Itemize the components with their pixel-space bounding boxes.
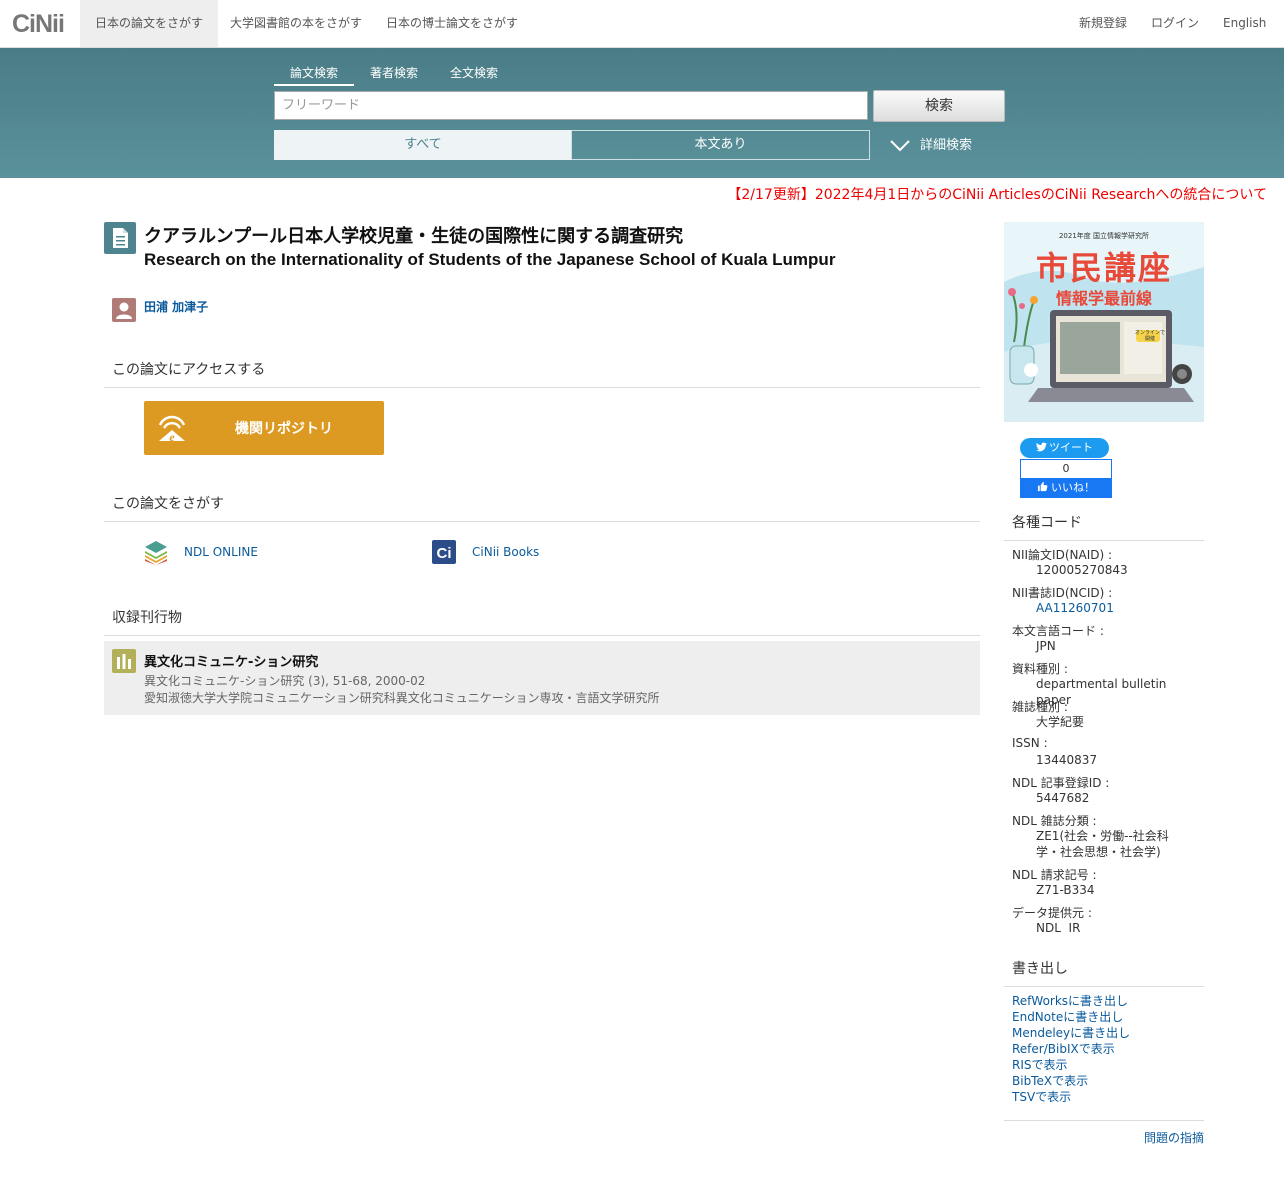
cinii-books-icon: Ci bbox=[432, 540, 456, 564]
code-label-provider: データ提供元 : bbox=[1012, 906, 1092, 920]
export-bibtex-link[interactable]: BibTeXで表示 bbox=[1012, 1072, 1088, 1089]
tab-author-search[interactable]: 著者検索 bbox=[370, 64, 418, 84]
code-value-ndl-class: ZE1(社会・労働--社会科学・社会思想・社会学) bbox=[1036, 829, 1169, 859]
tweet-button[interactable]: ツイート bbox=[1020, 438, 1109, 458]
author-link[interactable]: 田浦 加津子 bbox=[144, 298, 208, 315]
tweet-label: ツイート bbox=[1049, 441, 1093, 454]
english-link[interactable]: English bbox=[1223, 0, 1266, 47]
repository-e-icon: e bbox=[158, 415, 186, 444]
ad-main-text: 市民講座 bbox=[1035, 249, 1172, 287]
filter-all[interactable]: すべて bbox=[274, 130, 572, 160]
cinii-books-link[interactable]: CiNii Books bbox=[472, 545, 539, 559]
person-icon bbox=[112, 298, 136, 322]
code-label-issn: ISSN : bbox=[1012, 736, 1048, 750]
code-label-ndl-class: NDL 雑誌分類 : bbox=[1012, 814, 1097, 828]
ad-badge-text: オンラインで開催 bbox=[1134, 330, 1165, 342]
chevron-down-icon bbox=[890, 139, 910, 151]
code-label-ndl-id: NDL 記事登録ID : bbox=[1012, 776, 1110, 790]
nav-tab-dissertations[interactable]: 日本の博士論文をさがす bbox=[371, 0, 533, 47]
export-ris-link[interactable]: RISで表示 bbox=[1012, 1056, 1068, 1073]
like-button[interactable]: いいね！ bbox=[1021, 478, 1111, 497]
search-button[interactable]: 検索 bbox=[873, 90, 1005, 122]
journal-box: 異文化コミュニケ-ション研究 異文化コミュニケ-ション研究 (3), 51-68… bbox=[104, 641, 980, 715]
code-label-naid: NII論文ID(NAID) : bbox=[1012, 548, 1113, 562]
export-mendeley-link[interactable]: Mendeleyに書き出し bbox=[1012, 1024, 1130, 1041]
code-value-provider: NDL IR bbox=[1036, 921, 1081, 935]
journal-title-link[interactable]: 異文化コミュニケ-ション研究 bbox=[144, 651, 318, 670]
repository-button-label: 機関リポジトリ bbox=[235, 421, 333, 437]
register-link[interactable]: 新規登録 bbox=[1079, 0, 1127, 47]
code-value-issn: 13440837 bbox=[1036, 753, 1098, 767]
code-value-ndl-callno: Z71-B334 bbox=[1036, 883, 1095, 897]
ndl-online-link[interactable]: NDL ONLINE bbox=[184, 545, 258, 559]
nav-tab-articles[interactable]: 日本の論文をさがす bbox=[80, 0, 219, 47]
journal-chart-icon bbox=[112, 649, 136, 673]
document-icon bbox=[104, 222, 136, 254]
code-value-language: JPN bbox=[1036, 639, 1056, 653]
login-link[interactable]: ログイン bbox=[1151, 0, 1199, 47]
code-label-ndl-callno: NDL 請求記号 : bbox=[1012, 868, 1097, 882]
export-tsv-link[interactable]: TSVで表示 bbox=[1012, 1088, 1071, 1105]
ad-sub-text: 情報学最前線 bbox=[1055, 289, 1152, 308]
advanced-search-label: 詳細検索 bbox=[920, 138, 973, 153]
article-title-en: Research on the Internationality of Stud… bbox=[144, 250, 836, 269]
export-refer-link[interactable]: Refer/BibIXで表示 bbox=[1012, 1040, 1115, 1057]
thumbs-up-icon bbox=[1037, 481, 1048, 492]
codes-heading: 各種コード bbox=[1004, 512, 1204, 541]
code-label-resource-type: 資料種別 : bbox=[1012, 662, 1068, 676]
like-count: 0 bbox=[1062, 462, 1070, 475]
export-refworks-link[interactable]: RefWorksに書き出し bbox=[1012, 992, 1128, 1009]
code-value-naid: 120005270843 bbox=[1036, 563, 1128, 577]
svg-text:e: e bbox=[169, 430, 175, 444]
journal-heading: 収録刊行物 bbox=[104, 607, 980, 636]
filter-fulltext[interactable]: 本文あり bbox=[571, 130, 870, 160]
ndl-online-icon bbox=[145, 541, 167, 565]
svg-text:Ci: Ci bbox=[437, 545, 452, 562]
top-nav: CiNii 日本の論文をさがす 大学図書館の本をさがす 日本の博士論文をさがす … bbox=[0, 0, 1284, 48]
tab-fulltext-search[interactable]: 全文検索 bbox=[450, 64, 498, 84]
code-label-ncid: NII書誌ID(NCID) : bbox=[1012, 586, 1113, 600]
repository-button[interactable]: e 機関リポジトリ bbox=[144, 401, 384, 455]
search-input[interactable]: フリーワード bbox=[274, 91, 868, 120]
lecture-ad-banner[interactable]: 2021年度 国立情報学研究所 市民講座 情報学最前線 オンラインで開催 bbox=[1004, 222, 1204, 422]
ad-top-text: 2021年度 国立情報学研究所 bbox=[1058, 232, 1150, 240]
like-label: いいね！ bbox=[1051, 481, 1095, 494]
code-value-journal-type: 大学紀要 bbox=[1036, 715, 1085, 729]
export-endnote-link[interactable]: EndNoteに書き出し bbox=[1012, 1008, 1123, 1025]
access-heading: この論文にアクセスする bbox=[104, 359, 980, 388]
journal-publisher: 愛知淑徳大学大学院コミュニケーション研究科異文化コミュニケーション専攻・言語文学… bbox=[144, 691, 660, 705]
notice-link[interactable]: 【2/17更新】2022年4月1日からのCiNii ArticlesのCiNii… bbox=[727, 184, 1267, 204]
tab-article-search[interactable]: 論文検索 bbox=[274, 64, 354, 86]
facebook-like-box[interactable]: 0 いいね！ bbox=[1020, 459, 1112, 498]
code-value-ncid-link[interactable]: AA11260701 bbox=[1036, 600, 1196, 616]
cinii-logo[interactable]: CiNii bbox=[12, 10, 65, 39]
code-label-journal-type: 雑誌種別 : bbox=[1012, 700, 1068, 714]
code-label-language: 本文言語コード : bbox=[1012, 624, 1104, 638]
code-value-ndl-id: 5447682 bbox=[1036, 791, 1090, 805]
twitter-bird-icon bbox=[1036, 442, 1047, 452]
find-heading: この論文をさがす bbox=[104, 493, 980, 522]
export-heading: 書き出し bbox=[1004, 958, 1204, 987]
article-title-ja: クアラルンプール日本人学校児童・生徒の国際性に関する調査研究 bbox=[144, 226, 684, 247]
advanced-search-toggle[interactable]: 詳細検索 bbox=[890, 134, 972, 153]
report-problem-section: 問題の指摘 bbox=[1004, 1120, 1204, 1146]
journal-citation: 異文化コミュニケ-ション研究 (3), 51-68, 2000-02 bbox=[144, 674, 426, 688]
nav-tab-books[interactable]: 大学図書館の本をさがす bbox=[215, 0, 377, 47]
report-problem-link[interactable]: 問題の指摘 bbox=[1144, 1131, 1204, 1145]
